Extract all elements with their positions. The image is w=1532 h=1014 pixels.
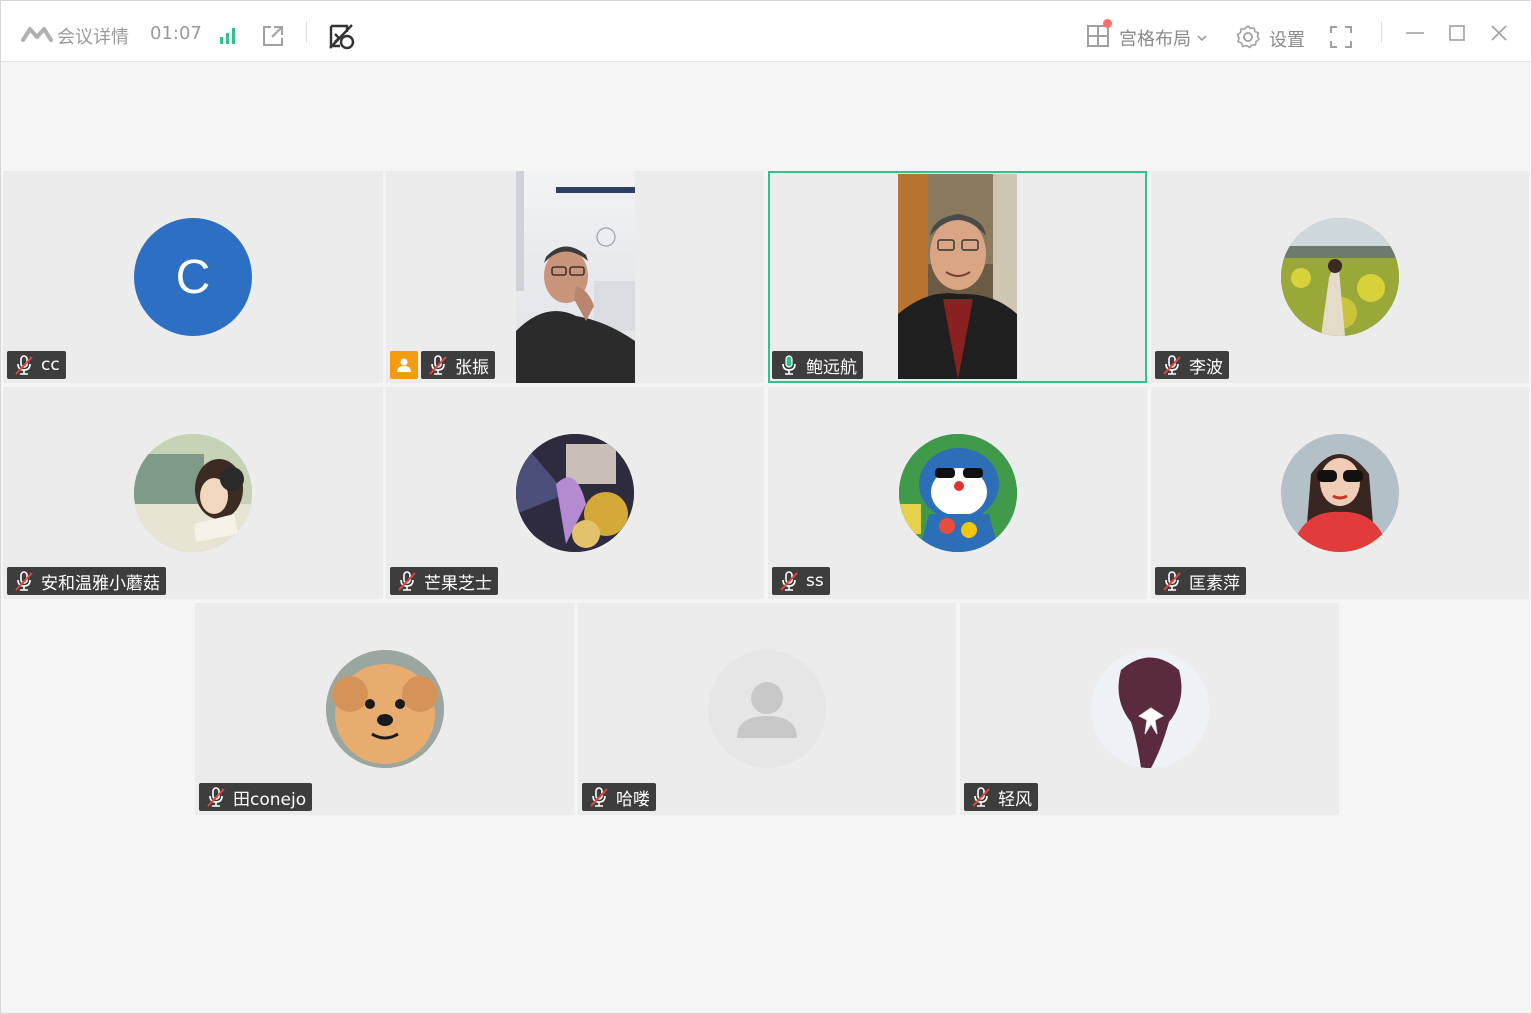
participant-label: 田conejo xyxy=(199,783,313,811)
participant-tile-qingfeng[interactable]: 轻风 xyxy=(960,603,1339,815)
avatar xyxy=(326,650,444,768)
participant-name: 鲍远航 xyxy=(806,357,857,378)
mic-muted-icon[interactable] xyxy=(778,570,800,592)
mic-muted-icon[interactable] xyxy=(1161,354,1183,376)
participant-name: 田conejo xyxy=(233,789,307,810)
title-divider xyxy=(306,21,307,43)
participant-label: cc xyxy=(7,351,66,379)
participant-label: 芒果芝士 xyxy=(390,567,498,595)
host-badge-icon xyxy=(390,351,418,379)
avatar xyxy=(899,434,1017,552)
participant-name: 轻风 xyxy=(998,789,1032,810)
participant-name: 哈喽 xyxy=(616,789,650,810)
participant-tile-kuangsuping[interactable]: 匡素萍 xyxy=(1151,387,1529,599)
video-feed xyxy=(898,174,1017,379)
settings-label: 设置 xyxy=(1269,30,1305,51)
mic-muted-icon[interactable] xyxy=(427,354,449,376)
notification-dot xyxy=(1103,19,1112,28)
layout-label: 宫格布局 xyxy=(1119,29,1191,50)
meeting-details-label: 会议详情 xyxy=(57,27,129,48)
grid-layout-icon xyxy=(1086,19,1112,52)
avatar: C xyxy=(134,218,252,336)
participant-label: 张振 xyxy=(390,351,495,379)
participant-label: 轻风 xyxy=(964,783,1038,811)
mic-muted-icon[interactable] xyxy=(205,786,227,808)
participant-label: 鲍远航 xyxy=(772,351,863,379)
participant-name: cc xyxy=(41,355,60,375)
participant-label: 哈喽 xyxy=(582,783,656,811)
avatar xyxy=(1281,434,1399,552)
participant-name: 李波 xyxy=(1189,357,1223,378)
maximize-icon[interactable] xyxy=(1449,25,1465,41)
gear-icon xyxy=(1235,24,1261,54)
mic-muted-icon[interactable] xyxy=(1161,570,1183,592)
participant-name: 芒果芝士 xyxy=(424,573,492,594)
close-icon[interactable] xyxy=(1491,25,1507,41)
fullscreen-icon[interactable] xyxy=(1329,25,1353,49)
mic-muted-icon[interactable] xyxy=(13,570,35,592)
participant-tile-mangguozhishi[interactable]: 芒果芝士 xyxy=(386,387,764,599)
participant-label: 匡素萍 xyxy=(1155,567,1246,595)
tencent-meeting-logo-icon xyxy=(21,25,53,47)
avatar xyxy=(1281,218,1399,336)
participant-name: 匡素萍 xyxy=(1189,573,1240,594)
grid-layout-button[interactable]: 宫格布局 xyxy=(1086,19,1208,52)
participant-label: 李波 xyxy=(1155,351,1229,379)
participant-tile-baoyuanhang[interactable]: 鲍远航 xyxy=(768,171,1147,383)
participant-tile-cc[interactable]: C cc xyxy=(3,171,383,383)
title-bar: 会议详情 01:07 宫格布局 设置 xyxy=(1,1,1531,62)
avatar xyxy=(1091,650,1209,768)
meeting-details-button[interactable]: 会议详情 xyxy=(21,23,129,49)
chevron-down-icon xyxy=(1196,29,1208,48)
participant-tile-halou[interactable]: 哈喽 xyxy=(578,603,956,815)
participant-tile-tianconejo[interactable]: 田conejo xyxy=(195,603,574,815)
avatar-initial: C xyxy=(175,250,211,304)
share-external-icon[interactable] xyxy=(261,24,285,48)
avatar xyxy=(134,434,252,552)
participant-label: 安和温雅小蘑菇 xyxy=(7,567,166,595)
participant-tile-anhewenya[interactable]: 安和温雅小蘑菇 xyxy=(3,387,383,599)
minimize-icon[interactable] xyxy=(1406,31,1424,35)
title-divider-2 xyxy=(1381,21,1382,43)
participant-tile-libo[interactable]: 李波 xyxy=(1151,171,1529,383)
participant-name: ss xyxy=(806,571,824,591)
mic-muted-icon[interactable] xyxy=(588,786,610,808)
avatar xyxy=(516,434,634,552)
participant-name: 安和温雅小蘑菇 xyxy=(41,573,160,594)
participant-tile-zhangzhen[interactable]: 张振 xyxy=(386,171,764,383)
video-feed xyxy=(516,171,635,383)
default-avatar-icon xyxy=(708,650,826,768)
settings-button[interactable]: 设置 xyxy=(1235,24,1305,54)
participant-tile-ss[interactable]: ss xyxy=(768,387,1147,599)
participant-name: 张振 xyxy=(455,357,489,378)
mic-muted-icon[interactable] xyxy=(970,786,992,808)
participant-label: ss xyxy=(772,567,830,595)
mic-muted-icon[interactable] xyxy=(396,570,418,592)
mic-speaking-icon[interactable] xyxy=(778,354,800,376)
whiteboard-icon[interactable] xyxy=(327,22,355,50)
meeting-window: 会议详情 01:07 宫格布局 设置 C cc 张振 鲍远航 李波 安和温雅小蘑… xyxy=(0,0,1532,1014)
mic-muted-icon[interactable] xyxy=(13,354,35,376)
signal-strength-icon[interactable] xyxy=(218,25,238,45)
meeting-timer: 01:07 xyxy=(150,23,202,44)
